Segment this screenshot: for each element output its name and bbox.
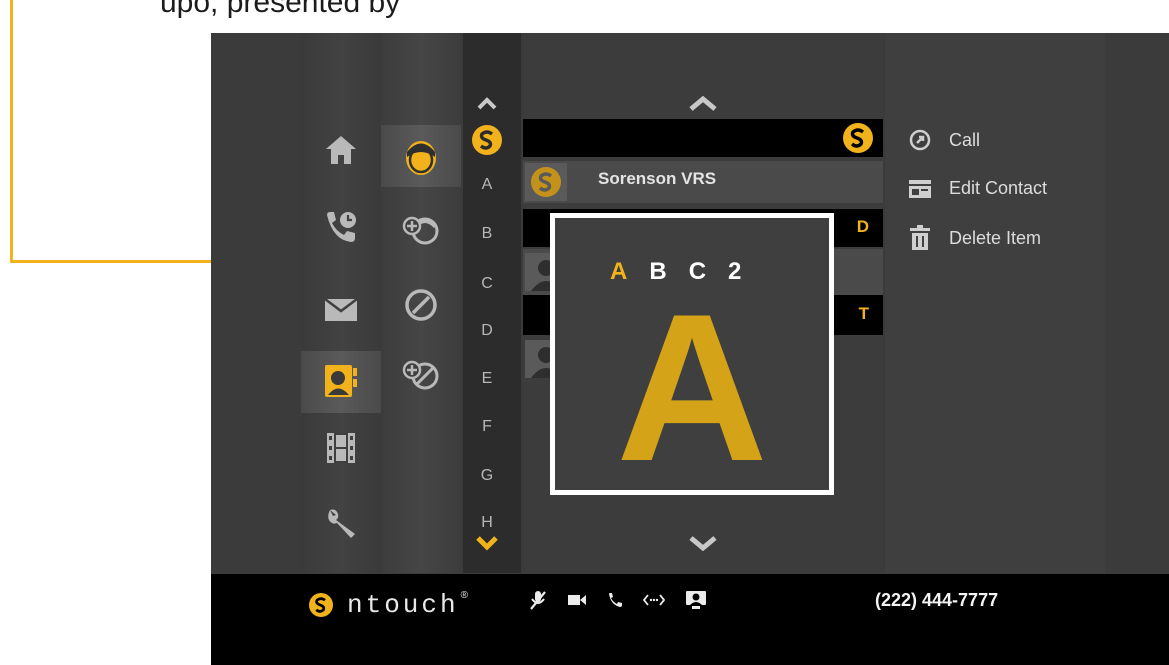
list-scroll-down-icon[interactable] [681, 521, 725, 565]
delete-item-action[interactable]: Delete Item [907, 225, 1041, 251]
alpha-letter[interactable]: B [463, 225, 511, 243]
list-header-sorenson [523, 119, 883, 157]
alphabet-index: A B C D E F G H [463, 33, 521, 573]
contact-avatar [525, 163, 567, 201]
header-caption: upo, presented by [160, 0, 401, 19]
self-view-icon[interactable] [685, 590, 707, 615]
phone-number: (222) 444-7777 [875, 590, 999, 610]
delete-item-label: Delete Item [949, 227, 1042, 248]
brand-mark: ® [460, 590, 468, 601]
callout-line-vertical [10, 0, 13, 262]
alpha-letter[interactable]: A [463, 176, 511, 194]
sorenson-logo-icon [309, 593, 333, 617]
brand-name: ntouch [347, 590, 459, 620]
edit-contact-action[interactable]: Edit Contact [907, 175, 1047, 201]
sorenson-index-logo-icon[interactable] [472, 125, 502, 155]
alpha-letter[interactable]: C [463, 275, 511, 293]
letter-picker-popup[interactable]: A B C 2 A [550, 213, 834, 495]
phone-icon[interactable] [607, 592, 623, 613]
status-bar: ntouch ® (222) 444-7777 [211, 574, 1169, 665]
add-blocked-icon[interactable] [399, 353, 443, 397]
call-action[interactable]: Call [907, 127, 980, 153]
section-letter: T [858, 304, 869, 323]
contacts-submenu [381, 33, 461, 573]
mic-muted-icon[interactable] [529, 590, 547, 615]
all-contacts-icon[interactable] [399, 135, 443, 179]
contact-actions: Call Edit Contact Delete Item [885, 33, 1105, 573]
edit-contact-label: Edit Contact [949, 177, 1048, 198]
alpha-letter[interactable]: E [463, 370, 511, 388]
brand: ntouch ® [309, 590, 468, 620]
section-letter: D [856, 217, 869, 236]
settings-wrench-icon[interactable] [319, 501, 363, 545]
alpha-scroll-up-icon[interactable] [465, 81, 509, 125]
call-label: Call [949, 129, 981, 150]
sorenson-header-logo-icon [843, 123, 873, 153]
alpha-letter[interactable]: G [463, 467, 511, 485]
main-menu [301, 33, 381, 573]
sorenson-avatar-logo-icon [531, 167, 561, 197]
alpha-scroll-down-icon[interactable] [465, 521, 509, 565]
contact-row[interactable]: Sorenson VRS [523, 161, 883, 203]
popup-big-letter: A [616, 270, 768, 505]
device-screen: A B C D E F G H Sorenson VRS D T Call Ed… [211, 33, 1169, 665]
remote-control-icon[interactable] [642, 593, 666, 612]
video-camera-icon[interactable] [567, 593, 587, 612]
trash-icon [907, 225, 933, 251]
contact-name: Sorenson VRS [598, 169, 717, 188]
edit-contact-icon [907, 175, 933, 201]
home-icon[interactable] [319, 128, 363, 172]
alpha-letter[interactable]: F [463, 418, 511, 436]
call-icon [907, 127, 933, 153]
alpha-letter[interactable]: D [463, 322, 511, 340]
status-icons [529, 590, 707, 615]
add-contact-icon[interactable] [399, 208, 443, 252]
mail-icon[interactable] [319, 288, 363, 332]
contacts-book-icon[interactable] [319, 359, 363, 403]
block-icon[interactable] [399, 283, 443, 327]
video-film-icon[interactable] [319, 426, 363, 470]
call-history-icon[interactable] [319, 205, 363, 249]
